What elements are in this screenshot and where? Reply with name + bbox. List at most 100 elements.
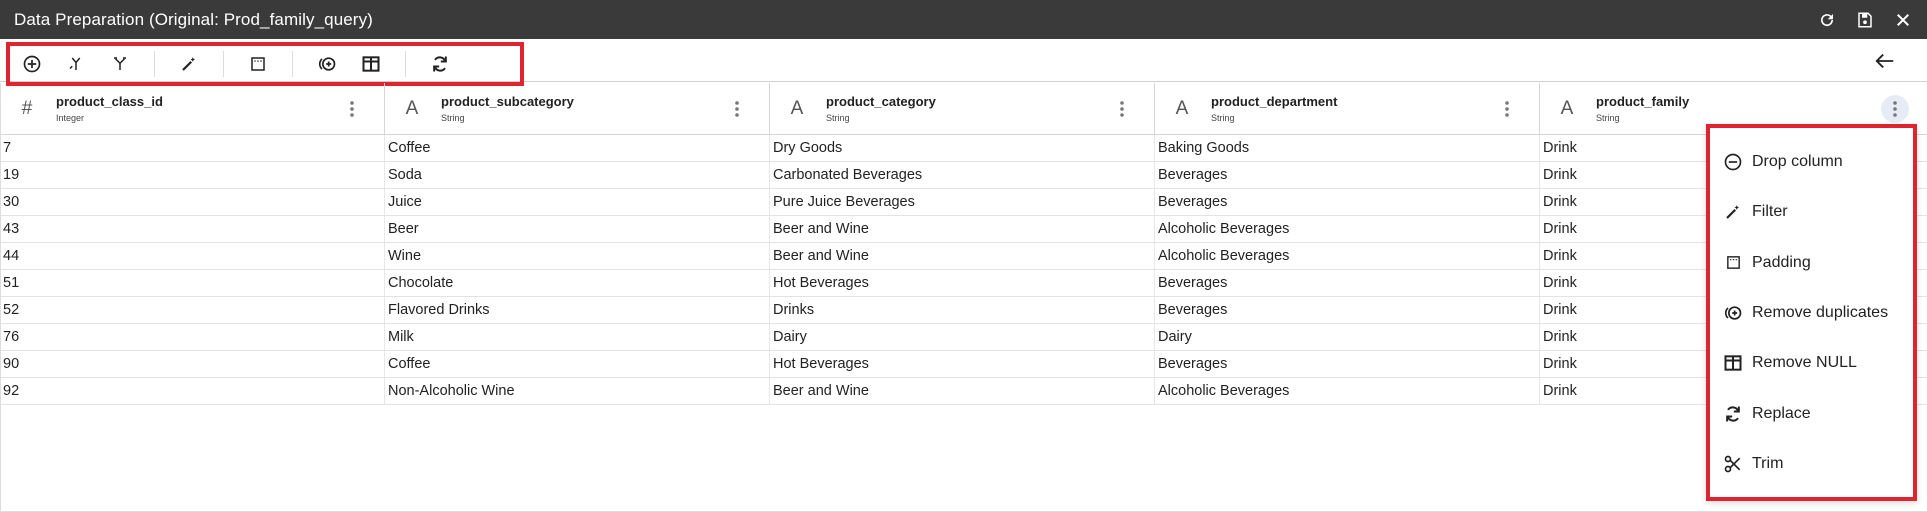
column-header-product-subcategory[interactable]: A product_subcategory String	[385, 83, 770, 134]
table-cell: 52	[0, 297, 385, 323]
table-cell: 51	[0, 270, 385, 296]
table-cell: Beverages	[1155, 189, 1540, 215]
merge-icon[interactable]	[54, 49, 98, 79]
table-cell: Beverages	[1155, 162, 1540, 188]
column-name: product_subcategory	[441, 94, 574, 109]
table-cell: Beer	[385, 216, 770, 242]
column-type: String	[441, 113, 465, 123]
menu-item-remove-duplicates[interactable]: Remove duplicates	[1710, 288, 1913, 338]
table-cell: 7	[0, 135, 385, 161]
table-cell: 92	[0, 378, 385, 404]
string-type-icon: A	[405, 97, 419, 119]
column-menu-icon[interactable]	[1108, 95, 1136, 123]
table-row[interactable]: 76 Milk Dairy Dairy Drink	[0, 324, 1927, 351]
scissors-icon	[1722, 453, 1744, 475]
column-name: product_department	[1211, 94, 1338, 109]
table-row[interactable]: 51 Chocolate Hot Beverages Beverages Dri…	[0, 270, 1927, 297]
table-cell: Milk	[385, 324, 770, 350]
table-cell: Coffee	[385, 135, 770, 161]
column-menu-icon[interactable]	[1881, 95, 1909, 123]
toolbar-divider	[292, 51, 293, 77]
menu-item-label: Remove NULL	[1752, 354, 1857, 372]
column-menu-icon[interactable]	[338, 95, 366, 123]
menu-item-trim[interactable]: Trim	[1710, 439, 1913, 489]
string-type-icon: A	[1175, 97, 1189, 119]
remove-null-icon[interactable]	[349, 49, 393, 79]
toolbar-divider	[223, 51, 224, 77]
menu-item-filter[interactable]: Filter	[1710, 187, 1913, 237]
table-cell: Dairy	[770, 324, 1155, 350]
menu-item-label: Drop column	[1752, 153, 1843, 171]
column-header-product-department[interactable]: A product_department String	[1155, 83, 1540, 134]
table-row[interactable]: 90 Coffee Hot Beverages Beverages Drink	[0, 351, 1927, 378]
filter-wand-icon	[1722, 201, 1744, 223]
menu-item-label: Filter	[1752, 203, 1788, 221]
padding-icon[interactable]	[236, 49, 280, 79]
replace-icon	[1722, 403, 1744, 425]
table-cell: Beverages	[1155, 297, 1540, 323]
table-cell: Alcoholic Beverages	[1155, 378, 1540, 404]
table-cell: Pure Juice Beverages	[770, 189, 1155, 215]
table-cell: Alcoholic Beverages	[1155, 243, 1540, 269]
table-cell: Beer and Wine	[770, 216, 1155, 242]
table-cell: Coffee	[385, 351, 770, 377]
string-type-icon: A	[790, 97, 804, 119]
menu-item-replace[interactable]: Replace	[1710, 388, 1913, 438]
table-cell: Carbonated Beverages	[770, 162, 1155, 188]
refresh-icon[interactable]	[1817, 10, 1837, 30]
window-title: Data Preparation (Original: Prod_family_…	[14, 9, 373, 29]
menu-item-remove-null[interactable]: Remove NULL	[1710, 338, 1913, 388]
column-name: product_family	[1596, 94, 1690, 109]
table-cell: 76	[0, 324, 385, 350]
menu-item-drop-column[interactable]: Drop column	[1710, 137, 1913, 187]
table-row[interactable]: 92 Non-Alcoholic Wine Beer and Wine Alco…	[0, 378, 1927, 405]
table-cell: Flavored Drinks	[385, 297, 770, 323]
column-header-product-category[interactable]: A product_category String	[770, 83, 1155, 134]
remove-duplicates-icon[interactable]	[305, 49, 349, 79]
arrow-left-icon[interactable]	[1873, 49, 1897, 73]
column-menu-icon[interactable]	[723, 95, 751, 123]
toolbar-divider	[154, 51, 155, 77]
table-cell: Dry Goods	[770, 135, 1155, 161]
split-icon[interactable]	[98, 49, 142, 79]
table-cell: Soda	[385, 162, 770, 188]
table-row[interactable]: 43 Beer Beer and Wine Alcoholic Beverage…	[0, 216, 1927, 243]
table-cell: 90	[0, 351, 385, 377]
table-cell: 30	[0, 189, 385, 215]
grid-header: # product_class_id Integer A product_sub…	[0, 83, 1927, 135]
menu-item-padding[interactable]: Padding	[1710, 238, 1913, 288]
table-cell: Wine	[385, 243, 770, 269]
replace-icon[interactable]	[418, 49, 462, 79]
close-icon[interactable]	[1893, 10, 1913, 30]
table-row[interactable]: 19 Soda Carbonated Beverages Beverages D…	[0, 162, 1927, 189]
column-type: String	[826, 113, 850, 123]
table-cell: Non-Alcoholic Wine	[385, 378, 770, 404]
column-context-menu: Drop column Filter Padding Remove duplic…	[1706, 124, 1917, 501]
menu-item-label: Replace	[1752, 404, 1811, 422]
column-name: product_class_id	[56, 94, 163, 109]
table-cell: Beer and Wine	[770, 378, 1155, 404]
filter-wand-icon[interactable]	[167, 49, 211, 79]
table-cell: Beverages	[1155, 270, 1540, 296]
table-cell: Baking Goods	[1155, 135, 1540, 161]
table-cell: Hot Beverages	[770, 351, 1155, 377]
table-row[interactable]: 52 Flavored Drinks Drinks Beverages Drin…	[0, 297, 1927, 324]
remove-null-icon	[1722, 352, 1744, 374]
transform-toolbar	[6, 42, 524, 86]
add-circle-icon[interactable]	[10, 49, 54, 79]
table-cell: 44	[0, 243, 385, 269]
toolbar-row	[0, 39, 1927, 86]
column-type: String	[1596, 113, 1620, 123]
window-actions	[1817, 10, 1913, 30]
save-icon[interactable]	[1855, 10, 1875, 30]
table-cell: Chocolate	[385, 270, 770, 296]
table-row[interactable]: 44 Wine Beer and Wine Alcoholic Beverage…	[0, 243, 1927, 270]
column-header-product-class-id[interactable]: # product_class_id Integer	[0, 83, 385, 134]
toolbar-divider	[405, 51, 406, 77]
table-cell: Juice	[385, 189, 770, 215]
column-menu-icon[interactable]	[1493, 95, 1521, 123]
table-row[interactable]: 30 Juice Pure Juice Beverages Beverages …	[0, 189, 1927, 216]
table-row[interactable]: 7 Coffee Dry Goods Baking Goods Drink	[0, 135, 1927, 162]
menu-item-label: Remove duplicates	[1752, 304, 1889, 322]
title-bar: Data Preparation (Original: Prod_family_…	[0, 0, 1927, 39]
